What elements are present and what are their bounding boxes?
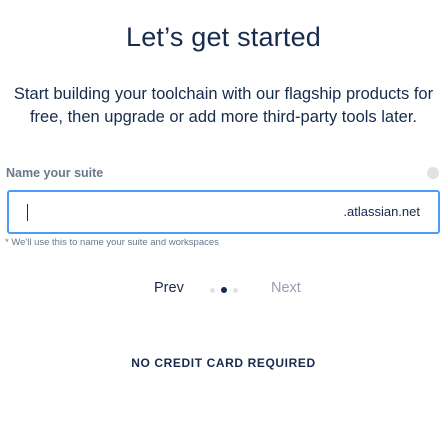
question-circle-icon[interactable] [427, 167, 439, 179]
step-dot-2-active [221, 287, 227, 293]
input-hint: * We'll use this to name your suite and … [5, 237, 219, 248]
no-credit-card-note: NO CREDIT CARD REQUIRED [131, 356, 316, 370]
step-dot-3 [233, 288, 238, 293]
suite-name-input[interactable]: .atlassian.net [7, 190, 440, 234]
page-title: Let’s get started [125, 22, 322, 53]
page-subtitle: Start building your toolchain with our f… [13, 84, 434, 126]
next-button[interactable]: Next [271, 280, 301, 296]
step-dot-1 [210, 288, 215, 293]
prev-button[interactable]: Prev [154, 280, 184, 296]
text-caret [27, 204, 28, 221]
domain-suffix: .atlassian.net [343, 204, 420, 219]
suite-name-label: Name your suite [6, 166, 104, 180]
